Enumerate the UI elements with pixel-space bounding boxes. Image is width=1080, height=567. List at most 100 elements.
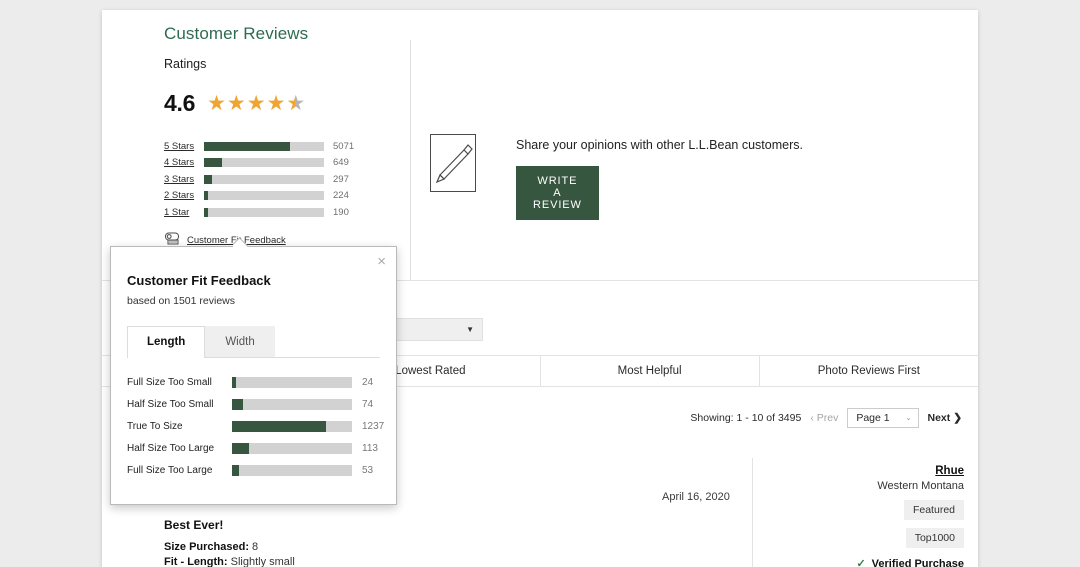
fit-bar-track [232, 443, 352, 454]
rating-bar-fill [204, 208, 208, 217]
rating-distribution-row[interactable]: 1 Star 190 [164, 204, 373, 221]
fit-length-row: Fit - Length: Slightly small [164, 555, 295, 567]
rating-bar-track [204, 175, 324, 184]
verified-purchase-label: Verified Purchase [872, 558, 964, 567]
star-partial-icon: ★ [286, 93, 305, 114]
page-title: Customer Reviews [164, 24, 308, 44]
customer-fit-feedback-modal: × Customer Fit Feedback based on 1501 re… [110, 246, 397, 505]
tab-photo-reviews-first[interactable]: Photo Reviews First [760, 356, 978, 386]
fit-tab-width[interactable]: Width [205, 326, 274, 357]
review-attributes: Size Purchased: 8 Fit - Length: Slightly… [164, 540, 295, 567]
chevron-down-icon: ▼ [466, 325, 474, 334]
fit-row-count: 74 [362, 399, 373, 410]
fit-row-count: 24 [362, 377, 373, 388]
column-divider [410, 40, 411, 280]
check-icon: ✓ [856, 557, 865, 567]
average-rating-row: 4.6 ★ ★ ★ ★ ★ [164, 90, 305, 117]
rating-bar-fill [204, 175, 212, 184]
fit-bar-track [232, 399, 352, 410]
fit-row-label: True To Size [127, 421, 232, 432]
fit-distribution-row: Full Size Too Small 24 [127, 371, 384, 393]
fit-length-label: Fit - Length: [164, 556, 228, 567]
modal-title: Customer Fit Feedback [127, 273, 271, 288]
fit-length-value: Slightly small [231, 556, 295, 567]
star-icon: ★ [207, 93, 226, 114]
verified-purchase: ✓ Verified Purchase [754, 557, 964, 567]
modal-subtitle: based on 1501 reviews [127, 295, 235, 307]
next-page-button[interactable]: Next ❯ [928, 412, 963, 424]
page-select[interactable]: Page 1 ⌄ [847, 408, 918, 428]
size-purchased-label: Size Purchased: [164, 541, 249, 553]
rating-filter-4-stars[interactable]: 4 Stars [164, 157, 204, 168]
star-icon: ★ [227, 93, 246, 114]
showing-count: Showing: 1 - 10 of 3495 [690, 412, 801, 424]
star-icon: ★ [267, 93, 286, 114]
rating-count: 5071 [333, 141, 373, 152]
next-page-label: Next [928, 412, 951, 424]
review-date: April 16, 2020 [662, 491, 730, 503]
rating-count: 190 [333, 207, 373, 218]
fit-distribution-row: True To Size 1237 [127, 415, 384, 437]
rating-distribution-row[interactable]: 3 Stars 297 [164, 171, 373, 188]
fit-row-label: Half Size Too Large [127, 443, 232, 454]
close-icon[interactable]: × [377, 254, 386, 269]
rating-filter-1-star[interactable]: 1 Star [164, 207, 204, 218]
rating-count: 649 [333, 157, 373, 168]
rating-distribution: 5 Stars 5071 4 Stars 649 3 Stars 297 2 S… [164, 138, 373, 221]
average-rating-value: 4.6 [164, 90, 195, 117]
star-icon: ★ [247, 93, 266, 114]
chevron-down-icon: ⌄ [906, 414, 912, 422]
badge-featured: Featured [904, 500, 964, 520]
rating-distribution-row[interactable]: 2 Stars 224 [164, 188, 373, 205]
share-opinions-text: Share your opinions with other L.L.Bean … [516, 138, 803, 152]
star-rating: ★ ★ ★ ★ ★ [207, 93, 305, 114]
fit-distribution-row: Full Size Too Large 53 [127, 459, 384, 481]
fit-distribution: Full Size Too Small 24 Half Size Too Sma… [127, 371, 384, 481]
reviewer-location: Western Montana [754, 480, 964, 492]
fit-modal-tabs: Length Width [127, 326, 380, 358]
chevron-right-icon: ❯ [953, 412, 962, 424]
fit-row-label: Full Size Too Large [127, 465, 232, 476]
size-purchased-row: Size Purchased: 8 [164, 540, 295, 555]
prev-page-label: Prev [817, 412, 839, 424]
rating-bar-fill [204, 158, 222, 167]
pencil-on-paper-icon [430, 134, 476, 192]
size-purchased-value: 8 [252, 541, 258, 553]
rating-count: 297 [333, 174, 373, 185]
fit-row-count: 113 [362, 443, 378, 454]
fit-row-label: Half Size Too Small [127, 399, 232, 410]
page-select-value: Page 1 [856, 412, 889, 424]
reviewer-name[interactable]: Rhue [754, 465, 964, 477]
fit-bar-fill [232, 443, 249, 454]
ratings-heading: Ratings [164, 57, 206, 71]
fit-bar-track [232, 465, 352, 476]
fit-distribution-row: Half Size Too Small 74 [127, 393, 384, 415]
review-column-divider [752, 458, 753, 567]
fit-row-count: 1237 [362, 421, 384, 432]
rating-filter-3-stars[interactable]: 3 Stars [164, 174, 204, 185]
tab-most-helpful[interactable]: Most Helpful [541, 356, 760, 386]
rating-bar-track [204, 191, 324, 200]
rating-bar-track [204, 208, 324, 217]
rating-distribution-row[interactable]: 4 Stars 649 [164, 155, 373, 172]
fit-bar-fill [232, 421, 326, 432]
prev-page-button[interactable]: ‹ Prev [810, 412, 838, 424]
review-title: Best Ever! [164, 518, 223, 532]
badge-top1000: Top1000 [906, 528, 964, 548]
rating-count: 224 [333, 190, 373, 201]
rating-bar-fill [204, 142, 290, 151]
fit-tab-length[interactable]: Length [127, 326, 205, 358]
fit-bar-fill [232, 465, 239, 476]
write-a-review-button[interactable]: WRITE A REVIEW [516, 166, 599, 220]
rating-filter-2-stars[interactable]: 2 Stars [164, 190, 204, 201]
rating-distribution-row[interactable]: 5 Stars 5071 [164, 138, 373, 155]
fit-bar-fill [232, 399, 243, 410]
rating-filter-5-stars[interactable]: 5 Stars [164, 141, 204, 152]
rating-bar-track [204, 158, 324, 167]
pagination: Showing: 1 - 10 of 3495 ‹ Prev Page 1 ⌄ … [690, 408, 962, 428]
fit-bar-fill [232, 377, 236, 388]
fit-bar-track [232, 421, 352, 432]
fit-row-count: 53 [362, 465, 373, 476]
fit-bar-track [232, 377, 352, 388]
rating-bar-fill [204, 191, 208, 200]
